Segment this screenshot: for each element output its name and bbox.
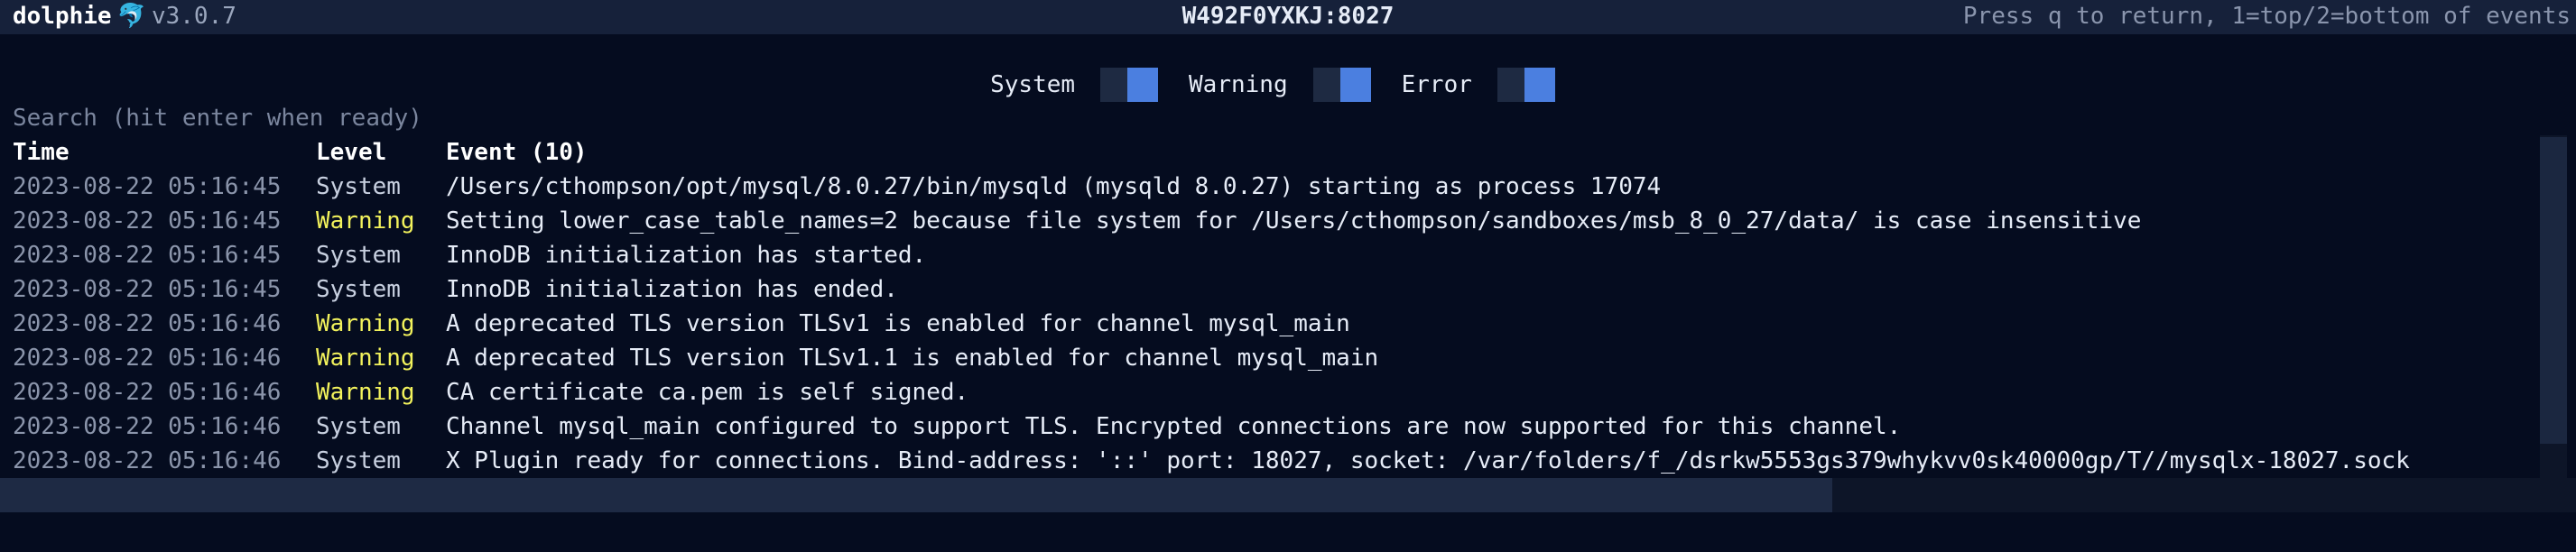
table-row[interactable]: 2023-08-22 05:16:46 Warning CA certificate…	[13, 375, 2540, 409]
filter-system-label: System	[990, 71, 1076, 98]
table-row[interactable]: 2023-08-22 05:16:46 Warning A deprecated T…	[13, 307, 2540, 341]
event-message: X Plugin ready for connections. Bind-add…	[446, 447, 2410, 474]
filter-error-label: Error	[1401, 71, 1472, 98]
filter-system-toggle[interactable]	[1100, 68, 1159, 102]
search-input[interactable]: Search (hit enter when ready)	[13, 105, 422, 132]
event-level: System	[316, 447, 401, 474]
vertical-scrollbar-thumb[interactable]	[2540, 137, 2567, 444]
column-header-time[interactable]: Time	[13, 135, 69, 170]
event-message: InnoDB initialization has ended.	[446, 276, 898, 303]
table-row[interactable]: 2023-08-22 05:16:46 System X Plugin ready …	[13, 444, 2540, 478]
event-message: /Users/cthompson/opt/mysql/8.0.27/bin/my…	[446, 173, 1662, 200]
table-row[interactable]: 2023-08-22 05:16:45 System InnoDB initiali…	[13, 272, 2540, 307]
event-time: 2023-08-22 05:16:46	[13, 413, 282, 440]
filter-warning: Warning	[1189, 68, 1402, 102]
event-time: 2023-08-22 05:16:45	[13, 276, 282, 303]
event-message: InnoDB initialization has started.	[446, 242, 927, 269]
event-message: Channel mysql_main configured to support…	[446, 413, 1902, 440]
horizontal-scrollbar-thumb[interactable]	[0, 478, 1832, 512]
filter-error: Error	[1402, 68, 1586, 102]
event-message: A deprecated TLS version TLSv1.1 is enab…	[446, 345, 1379, 372]
event-time: 2023-08-22 05:16:45	[13, 173, 282, 200]
event-message: Setting lower_case_table_names=2 because…	[446, 207, 2142, 235]
event-level: Warning	[316, 345, 415, 372]
event-time: 2023-08-22 05:16:46	[13, 447, 282, 474]
level-filters: System Warning Error	[0, 65, 2576, 105]
event-time: 2023-08-22 05:16:46	[13, 345, 282, 372]
event-level: Warning	[316, 207, 415, 235]
event-time: 2023-08-22 05:16:45	[13, 242, 282, 269]
event-message: A deprecated TLS version TLSv1 is enable…	[446, 310, 1350, 337]
event-level: System	[316, 276, 401, 303]
column-header-level[interactable]: Level	[316, 135, 386, 170]
event-level: System	[316, 173, 401, 200]
event-time: 2023-08-22 05:16:46	[13, 379, 282, 406]
filter-system: System	[990, 68, 1189, 102]
table-row[interactable]: 2023-08-22 05:16:46 Warning A deprecated T…	[13, 341, 2540, 375]
event-time: 2023-08-22 05:16:45	[13, 207, 282, 235]
events-table: Time Level Event (10) 2023-08-22 05:16:4…	[13, 135, 2540, 478]
keyboard-hint: Press q to return, 1=top/2=bottom of eve…	[1962, 3, 2571, 30]
event-level: System	[316, 242, 401, 269]
event-level: Warning	[316, 379, 415, 406]
table-row[interactable]: 2023-08-22 05:16:45 System InnoDB initiali…	[13, 238, 2540, 272]
filter-error-toggle[interactable]	[1496, 68, 1555, 102]
column-header-event[interactable]: Event (10)	[446, 135, 588, 170]
event-level: Warning	[316, 310, 415, 337]
table-header: Time Level Event (10)	[13, 135, 2540, 170]
title-bar: dolphie 🐬 v3.0.7 W492F0YXKJ:8027 Press q t…	[0, 0, 2576, 34]
filter-warning-toggle[interactable]	[1312, 68, 1371, 102]
filter-warning-label: Warning	[1189, 71, 1288, 98]
table-row[interactable]: 2023-08-22 05:16:45 Warning Setting lower_…	[13, 204, 2540, 238]
event-level: System	[316, 413, 401, 440]
event-time: 2023-08-22 05:16:46	[13, 310, 282, 337]
table-row[interactable]: 2023-08-22 05:16:45 System/Users/cthompso…	[13, 170, 2540, 204]
event-message: CA certificate ca.pem is self signed.	[446, 379, 969, 406]
table-row[interactable]: 2023-08-22 05:16:46 System Channel mysql_m…	[13, 409, 2540, 444]
